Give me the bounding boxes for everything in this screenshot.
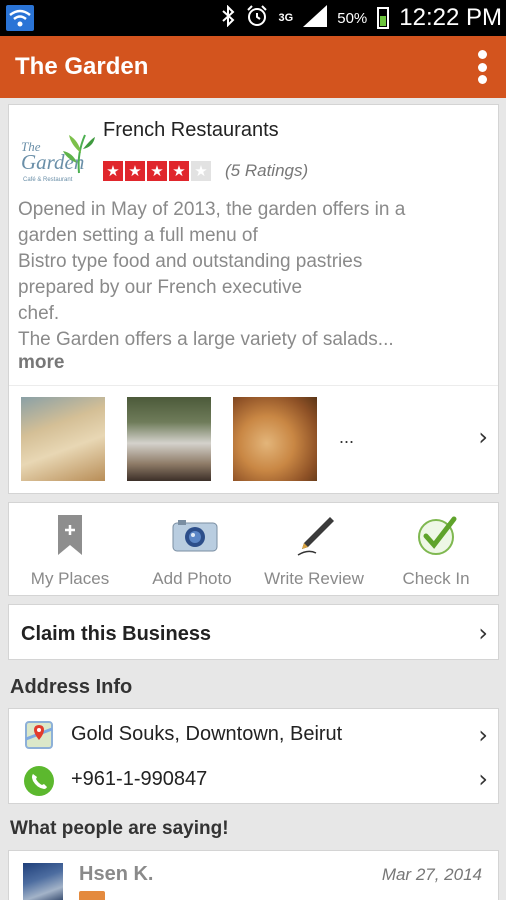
network-type: 3G xyxy=(278,11,294,24)
rating-stars: ★ ★ ★ ★ ★ xyxy=(103,161,211,181)
action-bar: My Places Add Photo Write Review Check I… xyxy=(8,502,499,596)
my-places-button[interactable]: My Places xyxy=(9,503,131,597)
star-icon: ★ xyxy=(125,161,145,181)
star-empty-icon: ★ xyxy=(191,161,211,181)
description-line: Bistro type food and outstanding pastrie… xyxy=(18,251,363,272)
signal-icon xyxy=(303,4,328,32)
bookmark-icon xyxy=(50,513,90,557)
review-date: Mar 27, 2014 xyxy=(381,865,482,884)
overflow-dot-icon xyxy=(477,75,487,84)
map-icon xyxy=(23,719,55,751)
chevron-right-icon[interactable]: › xyxy=(478,765,488,793)
photo-thumbnail[interactable] xyxy=(21,397,105,481)
chevron-right-icon[interactable]: › xyxy=(478,423,488,451)
more-link[interactable]: more xyxy=(18,352,64,374)
alarm-icon xyxy=(245,4,269,33)
phone-icon xyxy=(23,765,55,797)
bluetooth-icon xyxy=(221,4,235,32)
business-description: Opened in May of 2013, the garden offers… xyxy=(18,197,488,353)
photo-thumbnail[interactable] xyxy=(127,397,211,481)
address-section-title: Address Info xyxy=(10,676,133,698)
status-bar: 3G 50% 12:22 PM xyxy=(0,0,506,36)
checkmark-icon xyxy=(416,513,457,557)
divider xyxy=(9,385,498,386)
app-bar: The Garden xyxy=(0,36,506,98)
more-photos-indicator[interactable]: ... xyxy=(339,427,354,448)
ratings-count: (5 Ratings) xyxy=(225,161,309,180)
pen-icon xyxy=(294,513,334,557)
description-line: prepared by our French executive xyxy=(18,277,303,298)
chevron-right-icon: › xyxy=(478,619,488,647)
check-in-button[interactable]: Check In xyxy=(375,503,497,597)
page-title: The Garden xyxy=(15,53,149,80)
description-line: garden setting a full menu of xyxy=(18,225,258,246)
action-label: My Places xyxy=(30,569,110,588)
business-logo: The Garden Café & Restaurant xyxy=(19,123,97,189)
overflow-dot-icon xyxy=(477,62,487,72)
action-label: Check In xyxy=(402,569,470,588)
phone-number[interactable]: +961-1-990847 xyxy=(71,768,207,791)
clock: 12:22 PM xyxy=(399,4,502,31)
camera-icon xyxy=(172,513,218,557)
reviewer-badge-icon xyxy=(79,891,105,900)
action-label: Add Photo xyxy=(152,569,232,588)
reviews-section-title: What people are saying! xyxy=(10,818,229,839)
wifi-icon xyxy=(6,5,34,31)
star-icon: ★ xyxy=(147,161,167,181)
overflow-menu-button[interactable] xyxy=(472,50,492,84)
photo-thumbnail[interactable] xyxy=(233,397,317,481)
reviewer-name: Hsen K. xyxy=(79,863,154,885)
claim-business-label: Claim this Business xyxy=(21,623,212,645)
business-info-card: The Garden Café & Restaurant French Rest… xyxy=(8,104,499,494)
address-text[interactable]: Gold Souks, Downtown, Beirut xyxy=(71,723,342,746)
star-icon: ★ xyxy=(169,161,189,181)
chevron-right-icon[interactable]: › xyxy=(478,721,488,749)
description-line: Opened in May of 2013, the garden offers… xyxy=(18,199,406,220)
star-icon: ★ xyxy=(103,161,123,181)
action-label: Write Review xyxy=(264,569,364,588)
svg-text:Café & Restaurant: Café & Restaurant xyxy=(23,177,73,183)
avatar xyxy=(23,863,63,900)
claim-business-row[interactable]: Claim this Business › xyxy=(8,604,499,660)
business-category: French Restaurants xyxy=(103,119,279,141)
add-photo-button[interactable]: Add Photo xyxy=(131,503,253,597)
address-card: Gold Souks, Downtown, Beirut › +961-1-99… xyxy=(8,708,499,804)
description-line: The Garden offers a large variety of sal… xyxy=(18,329,394,350)
battery-percent: 50% xyxy=(337,9,368,27)
write-review-button[interactable]: Write Review xyxy=(253,503,375,597)
description-line: chef. xyxy=(18,303,60,324)
overflow-dot-icon xyxy=(477,50,487,59)
battery-icon xyxy=(377,7,390,29)
review-item[interactable]: Hsen K. Mar 27, 2014 xyxy=(8,850,499,900)
